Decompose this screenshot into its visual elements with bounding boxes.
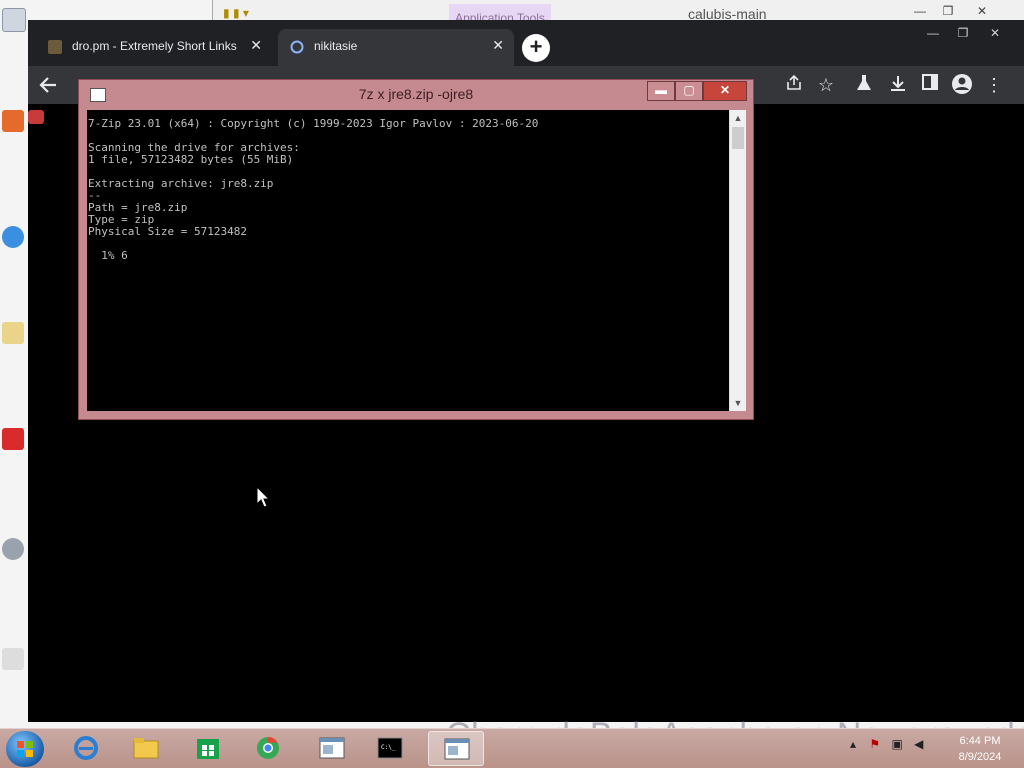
taskbar-file-explorer[interactable] [118, 731, 174, 766]
network-icon[interactable]: ▣ [891, 737, 902, 751]
console-output-area[interactable]: 7-Zip 23.01 (x64) : Copyright (c) 1999-2… [87, 110, 729, 411]
store-icon [197, 739, 219, 759]
menu-kebab-icon[interactable]: ⋮ [982, 73, 1006, 97]
maximize-button[interactable]: ▢ [675, 81, 703, 101]
chrome-icon [257, 737, 279, 759]
windows-logo-icon [17, 741, 33, 757]
back-arrow-icon[interactable] [36, 73, 60, 97]
desktop-app-icon[interactable] [0, 648, 26, 670]
command-prompt-icon: C:\_ [377, 737, 403, 759]
recycle-bin-icon[interactable] [0, 8, 26, 32]
new-tab-button[interactable]: + [522, 34, 550, 62]
tab-strip: dro.pm - Extremely Short Links ✕ nikitas… [28, 20, 1024, 66]
minimize-icon[interactable]: — [907, 2, 933, 20]
console-window[interactable]: 7z x jre8.zip -ojre8 ▬ ▢ ✕ 7-Zip 23.01 (… [78, 79, 754, 420]
document-window-icon [319, 737, 345, 759]
desktop-app-icon[interactable] [0, 110, 26, 132]
close-button[interactable]: ✕ [703, 81, 747, 101]
tab-label: dro.pm - Extremely Short Links [72, 39, 237, 53]
taskbar-chrome[interactable] [240, 731, 296, 766]
close-icon[interactable]: ✕ [969, 2, 995, 20]
taskbar-command-prompt[interactable]: C:\_ [362, 731, 418, 766]
taskbar-internet-explorer[interactable] [58, 731, 114, 766]
desktop-app-icon[interactable] [0, 322, 26, 344]
taskbar: C:\_ ▴ ⚑ ▣ ◀ 6:44 PM 8/9/2024 [0, 728, 1024, 768]
tab-nikitasie[interactable]: nikitasie ✕ [278, 29, 514, 66]
desktop-app-icon[interactable] [0, 538, 26, 560]
extension-icon [28, 110, 44, 124]
tab-label: nikitasie [314, 39, 358, 53]
close-tab-icon[interactable]: ✕ [492, 37, 504, 54]
labs-flask-icon[interactable] [852, 73, 876, 97]
close-icon[interactable]: ✕ [980, 24, 1010, 42]
console-title-bar[interactable]: 7z x jre8.zip -ojre8 ▬ ▢ ✕ [79, 80, 753, 109]
console-output: 7-Zip 23.01 (x64) : Copyright (c) 1999-2… [88, 117, 539, 262]
scroll-up-icon[interactable]: ▲ [730, 110, 746, 126]
system-tray: ▴ ⚑ ▣ ◀ [850, 737, 923, 751]
maximize-icon[interactable]: ❐ [935, 2, 961, 20]
clock-date: 8/9/2024 [958, 751, 1002, 763]
folder-icon [133, 738, 159, 759]
vertical-scrollbar[interactable]: ▲ ▼ [729, 110, 746, 411]
share-icon[interactable] [782, 73, 806, 97]
scroll-down-icon[interactable]: ▼ [730, 395, 746, 411]
mouse-cursor-icon [256, 486, 270, 508]
side-panel-icon[interactable] [918, 73, 942, 97]
favicon-icon [48, 40, 62, 54]
close-tab-icon[interactable]: ✕ [250, 37, 262, 54]
tab-dro-pm[interactable]: dro.pm - Extremely Short Links ✕ [36, 29, 272, 66]
taskbar-document-viewer[interactable] [304, 731, 360, 766]
taskbar-console-window[interactable] [428, 731, 484, 766]
clock[interactable]: 6:44 PM 8/9/2024 [944, 733, 1016, 765]
minimize-button[interactable]: ▬ [647, 81, 675, 101]
bookmark-star-icon[interactable]: ☆ [814, 73, 838, 97]
restore-icon[interactable]: ❐ [948, 24, 978, 42]
minimize-icon[interactable]: — [918, 24, 948, 42]
folder-icon[interactable]: ▮ ▮ ▾ [223, 6, 249, 20]
download-icon[interactable] [886, 73, 910, 97]
console-window-icon [444, 738, 470, 760]
clock-time: 6:44 PM [959, 735, 1001, 747]
volume-icon[interactable]: ◀ [914, 737, 923, 751]
favicon-icon [290, 40, 304, 54]
desktop-app-icon[interactable] [0, 226, 26, 248]
action-center-icon[interactable]: ⚑ [869, 737, 880, 751]
internet-explorer-icon [74, 736, 98, 760]
desktop-app-icon[interactable] [0, 428, 26, 450]
show-hidden-icons-icon[interactable]: ▴ [850, 737, 856, 751]
scroll-thumb[interactable] [732, 127, 744, 149]
svg-text:C:\_: C:\_ [381, 744, 396, 751]
start-button[interactable] [6, 731, 44, 767]
taskbar-store[interactable] [180, 731, 236, 766]
profile-avatar-icon[interactable] [950, 73, 974, 97]
